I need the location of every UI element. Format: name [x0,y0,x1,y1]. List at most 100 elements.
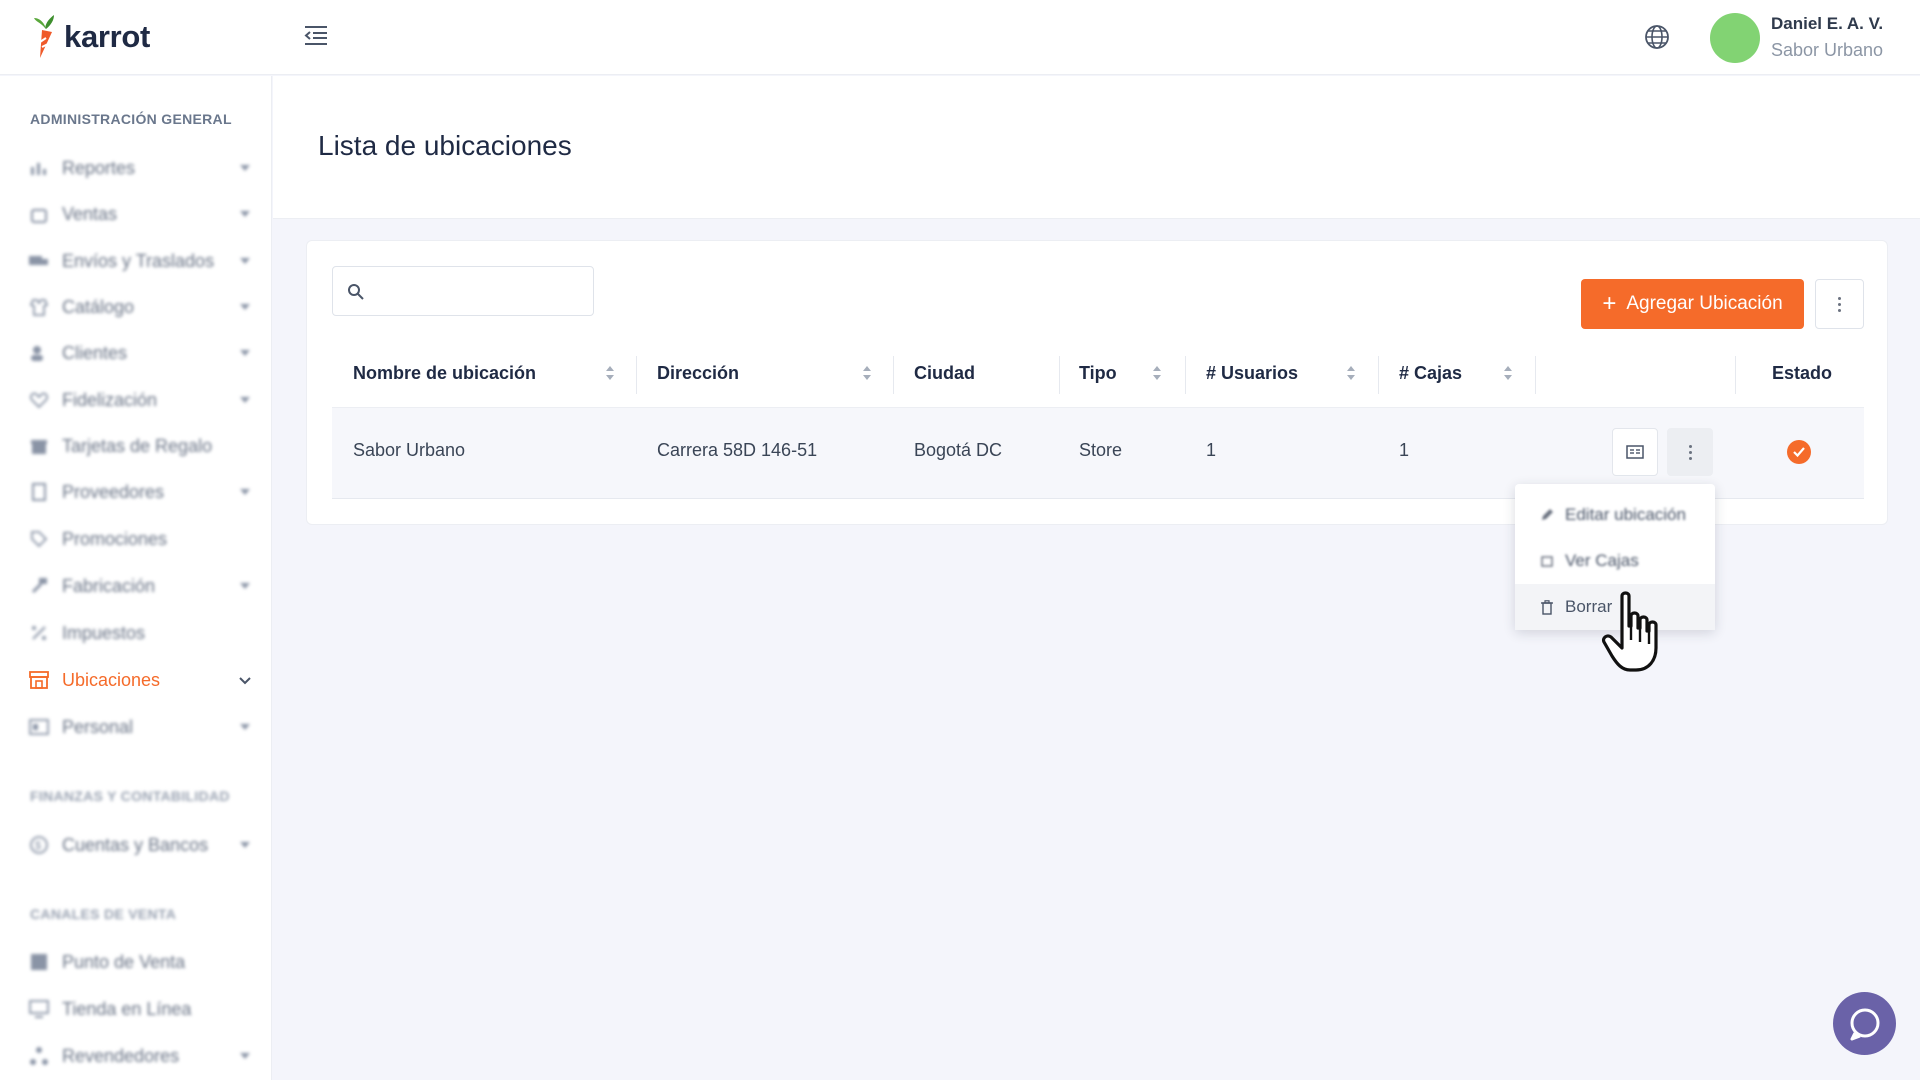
user-company: Sabor Urbano [1771,40,1884,60]
sidebar-item-tarjetas[interactable]: Tarjetas de Regalo [28,431,253,461]
column-header-users[interactable]: # Usuarios [1206,363,1298,384]
chat-support-button[interactable] [1833,992,1896,1055]
sidebar-item-label: Tienda en Línea [62,998,192,1019]
chevron-down-icon [240,397,250,403]
heart-icon [28,389,50,411]
chevron-down-icon [240,724,250,730]
network-icon [28,1045,50,1067]
view-details-button[interactable] [1612,428,1658,476]
card-details-icon [1626,445,1644,459]
chart-icon [28,157,50,179]
sidebar-item-proveedores[interactable]: Proveedores [28,477,253,507]
sidebar-item-revendedores[interactable]: Revendedores [28,1041,253,1071]
sidebar-section-canales: CANALES DE VENTA [30,906,177,922]
menu-item-edit-location[interactable]: Editar ubicación [1515,492,1715,538]
sidebar-item-reportes[interactable]: Reportes [28,153,253,183]
menu-item-label: Ver Cajas [1565,551,1639,570]
sidebar-item-label: Impuestos [62,622,146,643]
brand-logo[interactable]: karrot [32,14,150,60]
cell-address: Carrera 58D 146-51 [657,440,818,460]
sort-icon[interactable] [862,365,872,381]
chevron-down-icon [240,304,250,310]
sidebar-item-cuentas[interactable]: $ Cuentas y Bancos [28,830,253,860]
register-icon [1539,553,1555,569]
sidebar-item-promociones[interactable]: Promociones [28,524,253,554]
menu-item-label: Editar ubicación [1565,505,1686,524]
search-input[interactable] [371,277,581,305]
sidebar-item-label: Fabricación [62,575,156,596]
sidebar-item-catalogo[interactable]: Catálogo [28,292,253,322]
sort-icon[interactable] [1152,365,1162,381]
gift-icon [28,435,50,457]
sidebar-item-clientes[interactable]: Clientes [28,338,253,368]
sidebar-item-fidelizacion[interactable]: Fidelización [28,385,253,415]
carrot-logo-icon [34,15,54,58]
sidebar-item-label: Reportes [62,157,136,178]
search-box [332,266,594,316]
menu-item-label: Borrar [1565,597,1613,616]
trash-icon [1539,599,1555,615]
column-header-registers[interactable]: # Cajas [1399,363,1462,384]
sidebar-item-tienda-en-linea[interactable]: Tienda en Línea [28,994,253,1024]
sidebar-item-ventas[interactable]: Ventas [28,199,253,229]
chevron-down-icon [239,677,251,685]
column-header-status: Estado [1772,363,1833,383]
chevron-down-icon [240,258,250,264]
sidebar-item-envios[interactable]: Envíos y Traslados [28,246,253,276]
column-divider [636,356,637,394]
menu-item-view-registers[interactable]: Ver Cajas [1515,538,1715,584]
sidebar-item-punto-de-venta[interactable]: Punto de Venta [28,947,253,977]
brand-name: karrot [64,19,151,54]
user-name[interactable]: Daniel E. A. V. [1771,14,1883,34]
column-divider [1735,356,1736,394]
status-active-icon [1787,440,1811,464]
sidebar-item-label: Ventas [62,203,118,224]
dollar-icon: $ [28,834,50,856]
sidebar-item-label: Personal [62,716,134,737]
column-divider [1185,356,1186,394]
column-header-city[interactable]: Ciudad [914,363,975,384]
grid-icon [28,951,50,973]
page-header: Lista de ubicaciones [273,76,1920,219]
sidebar-item-impuestos[interactable]: Impuestos [28,618,253,648]
sidebar-item-label: Promociones [62,528,168,549]
sort-icon[interactable] [1346,365,1356,381]
bag-icon [28,203,50,225]
cell-location-name: Sabor Urbano [353,440,466,460]
column-header-type[interactable]: Tipo [1079,363,1117,384]
language-button[interactable] [1643,23,1673,53]
sidebar-item-label: Proveedores [62,481,165,502]
hammer-icon [28,575,50,597]
sidebar-item-personal[interactable]: Personal [28,712,253,742]
sidebar-toggle-button[interactable] [303,24,337,52]
locations-card: + Agregar Ubicación Nombre de ubicación … [306,240,1888,525]
row-actions-button[interactable] [1667,428,1713,476]
column-divider [1535,356,1536,394]
plus-icon: + [1602,290,1617,317]
sidebar-item-label: Catálogo [62,296,135,317]
column-header-name[interactable]: Nombre de ubicación [353,363,536,384]
sidebar-item-label: Cuentas y Bancos [62,834,209,855]
menu-item-delete[interactable]: Borrar [1515,584,1715,630]
sidebar-item-fabricacion[interactable]: Fabricación [28,571,253,601]
svg-text:$: $ [35,840,41,852]
chevron-down-icon [240,165,250,171]
sort-icon[interactable] [605,365,615,381]
chevron-down-icon [240,350,250,356]
more-options-button[interactable] [1815,279,1864,329]
sidebar-item-label: Tarjetas de Regalo [62,435,213,456]
row-actions-menu: Editar ubicación Ver Cajas Borrar [1515,484,1715,630]
menu-collapse-icon [304,26,327,45]
sidebar-item-label: Envíos y Traslados [62,250,215,271]
sidebar-item-ubicaciones[interactable]: Ubicaciones [28,665,253,695]
column-divider [1059,356,1060,394]
add-location-button[interactable]: + Agregar Ubicación [1581,279,1804,329]
column-header-address[interactable]: Dirección [657,363,739,384]
sort-icon[interactable] [1503,365,1513,381]
avatar[interactable] [1710,13,1760,63]
monitor-icon [28,998,50,1020]
users-icon [28,342,50,364]
chevron-down-icon [240,1053,250,1059]
sidebar-item-label: Ubicaciones [62,669,161,690]
cell-registers: 1 [1399,440,1410,460]
